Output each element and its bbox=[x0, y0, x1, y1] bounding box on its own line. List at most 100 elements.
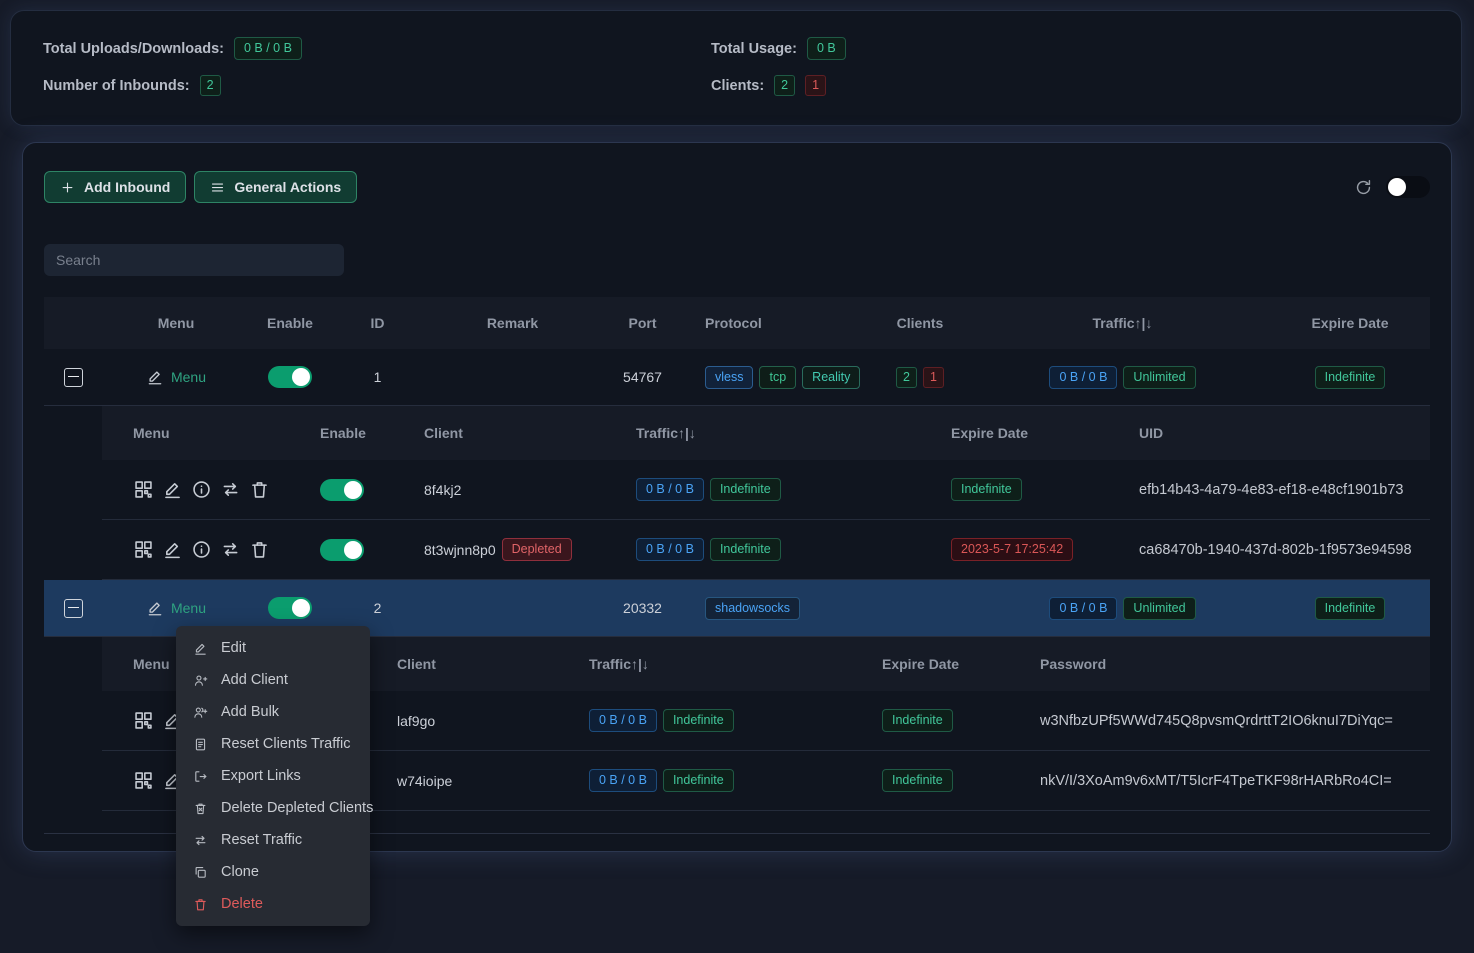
client-row: 8t3wjnn8p0 Depleted 0 B / 0 B Indefinite… bbox=[102, 520, 1430, 580]
traffic-limit-badge: Indefinite bbox=[710, 538, 781, 561]
depleted-badge: Depleted bbox=[502, 538, 572, 561]
delete-client-icon[interactable] bbox=[249, 539, 270, 560]
file-reset-icon bbox=[193, 737, 208, 752]
inbound-remark bbox=[425, 580, 600, 636]
header-port: Port bbox=[600, 297, 685, 349]
toolbar: Add Inbound General Actions bbox=[44, 171, 1430, 203]
traffic-limit-badge: Indefinite bbox=[663, 769, 734, 792]
edit-icon bbox=[146, 368, 164, 386]
menu-item-clone[interactable]: Clone bbox=[176, 856, 370, 888]
header-password: Password bbox=[1037, 637, 1430, 691]
inbound-clients bbox=[865, 580, 975, 636]
menu-item-reset-clients-traffic[interactable]: Reset Clients Traffic bbox=[176, 728, 370, 760]
client-password: w3NfbzUPf5WWd745Q8pvsmQrdrttT2IO6knuI7Di… bbox=[1040, 713, 1393, 729]
info-icon[interactable] bbox=[191, 479, 212, 500]
qrcode-icon[interactable] bbox=[133, 539, 154, 560]
reset-traffic-icon[interactable] bbox=[220, 539, 241, 560]
qrcode-icon[interactable] bbox=[133, 710, 154, 731]
traffic-badge: 0 B / 0 B bbox=[1049, 597, 1117, 620]
export-icon bbox=[193, 769, 208, 784]
traffic-badge: 0 B / 0 B bbox=[1049, 366, 1117, 389]
stat-label: Clients: bbox=[711, 78, 764, 94]
subtable-header: Menu Enable Client Traffic↑|↓ Expire Dat… bbox=[102, 406, 1430, 460]
header-uid: UID bbox=[1137, 406, 1430, 460]
clients-active-badge: 2 bbox=[774, 75, 795, 96]
edit-icon bbox=[193, 641, 208, 656]
qrcode-icon[interactable] bbox=[133, 770, 154, 791]
delete-client-icon[interactable] bbox=[249, 479, 270, 500]
menu-item-reset-traffic[interactable]: Reset Traffic bbox=[176, 824, 370, 856]
traffic-limit-badge: Indefinite bbox=[710, 478, 781, 501]
header-traffic: Traffic↑|↓ bbox=[975, 297, 1270, 349]
expire-badge: Indefinite bbox=[882, 769, 953, 792]
reset-traffic-icon[interactable] bbox=[220, 479, 241, 500]
edit-client-icon[interactable] bbox=[162, 479, 183, 500]
users-add-icon bbox=[193, 705, 208, 720]
user-add-icon bbox=[193, 673, 208, 688]
inbound-port: 20332 bbox=[600, 580, 685, 636]
stat-total-usage: Total Usage: 0 B bbox=[711, 35, 1429, 62]
clone-icon bbox=[193, 865, 208, 880]
add-inbound-label: Add Inbound bbox=[84, 179, 170, 195]
header-traffic: Traffic↑|↓ bbox=[587, 637, 877, 691]
edit-client-icon[interactable] bbox=[162, 539, 183, 560]
traffic-limit-badge: Indefinite bbox=[663, 709, 734, 732]
add-inbound-button[interactable]: Add Inbound bbox=[44, 171, 186, 203]
clients-depleted-badge: 1 bbox=[805, 75, 826, 96]
client-enable-toggle[interactable] bbox=[320, 479, 364, 501]
trash-icon bbox=[193, 897, 208, 912]
header-enable: Enable bbox=[317, 406, 422, 460]
general-actions-button[interactable]: General Actions bbox=[194, 171, 357, 203]
header-enable: Enable bbox=[250, 297, 330, 349]
traffic-badge: 0 B / 0 B bbox=[589, 769, 657, 792]
client-password: nkV/I/3XoAm9v6xMT/T5IcrF4TpeTKF98rHARbRo… bbox=[1040, 773, 1392, 789]
header-expire-date: Expire Date bbox=[877, 637, 1037, 691]
client-uid: efb14b43-4a79-4e83-ef18-e48cf1901b73 bbox=[1139, 482, 1403, 498]
stats-panel: Total Uploads/Downloads: 0 B / 0 B Total… bbox=[10, 10, 1462, 126]
info-icon[interactable] bbox=[191, 539, 212, 560]
expire-badge: Indefinite bbox=[1315, 366, 1386, 389]
qrcode-icon[interactable] bbox=[133, 479, 154, 500]
menu-bars-icon bbox=[210, 180, 225, 195]
inbound-menu-label: Menu bbox=[171, 600, 206, 616]
expire-badge: Indefinite bbox=[951, 478, 1022, 501]
inbound-enable-toggle[interactable] bbox=[268, 597, 312, 619]
client-enable-toggle[interactable] bbox=[320, 539, 364, 561]
stat-value-badge: 0 B bbox=[807, 37, 846, 60]
edit-icon bbox=[146, 599, 164, 617]
inbound-menu-label: Menu bbox=[171, 369, 206, 385]
stat-value-badge: 0 B / 0 B bbox=[234, 37, 302, 60]
inbound-menu-button[interactable]: Menu bbox=[146, 599, 206, 617]
stat-label: Number of Inbounds: bbox=[43, 78, 190, 94]
menu-item-delete[interactable]: Delete bbox=[176, 888, 370, 920]
menu-item-delete-depleted-clients[interactable]: Delete Depleted Clients bbox=[176, 792, 370, 824]
client-name: 8t3wjnn8p0 bbox=[424, 542, 496, 558]
header-expander bbox=[44, 297, 102, 349]
stat-total-uploads-downloads: Total Uploads/Downloads: 0 B / 0 B bbox=[43, 35, 711, 62]
expire-badge: 2023-5-7 17:25:42 bbox=[951, 538, 1073, 561]
expire-badge: Indefinite bbox=[882, 709, 953, 732]
collapse-row-button[interactable] bbox=[64, 368, 83, 387]
header-expire-date: Expire Date bbox=[1270, 297, 1430, 349]
clients-depleted-badge: 1 bbox=[923, 367, 944, 388]
inbound-row: Menu 1 54767 vless tcp Reality 2 1 0 B /… bbox=[44, 349, 1430, 406]
menu-item-export-links[interactable]: Export Links bbox=[176, 760, 370, 792]
stat-number-of-inbounds: Number of Inbounds: 2 bbox=[43, 72, 711, 99]
refresh-icon[interactable] bbox=[1354, 178, 1373, 197]
inbound-enable-toggle[interactable] bbox=[268, 366, 312, 388]
menu-item-add-client[interactable]: Add Client bbox=[176, 664, 370, 696]
header-clients: Clients bbox=[865, 297, 975, 349]
table-header: Menu Enable ID Remark Port Protocol Clie… bbox=[44, 297, 1430, 349]
sync-icon bbox=[193, 833, 208, 848]
client-uid: ca68470b-1940-437d-802b-1f9573e94598 bbox=[1139, 542, 1412, 558]
client-name: 8f4kj2 bbox=[424, 482, 461, 498]
menu-item-edit[interactable]: Edit bbox=[176, 632, 370, 664]
collapse-row-button[interactable] bbox=[64, 599, 83, 618]
traffic-limit-badge: Unlimited bbox=[1123, 366, 1195, 389]
auto-refresh-toggle[interactable] bbox=[1386, 176, 1430, 198]
header-expire-date: Expire Date bbox=[902, 406, 1137, 460]
search-input[interactable] bbox=[44, 244, 344, 276]
menu-item-add-bulk[interactable]: Add Bulk bbox=[176, 696, 370, 728]
inbound-menu-button[interactable]: Menu bbox=[146, 368, 206, 386]
header-menu: Menu bbox=[102, 406, 317, 460]
